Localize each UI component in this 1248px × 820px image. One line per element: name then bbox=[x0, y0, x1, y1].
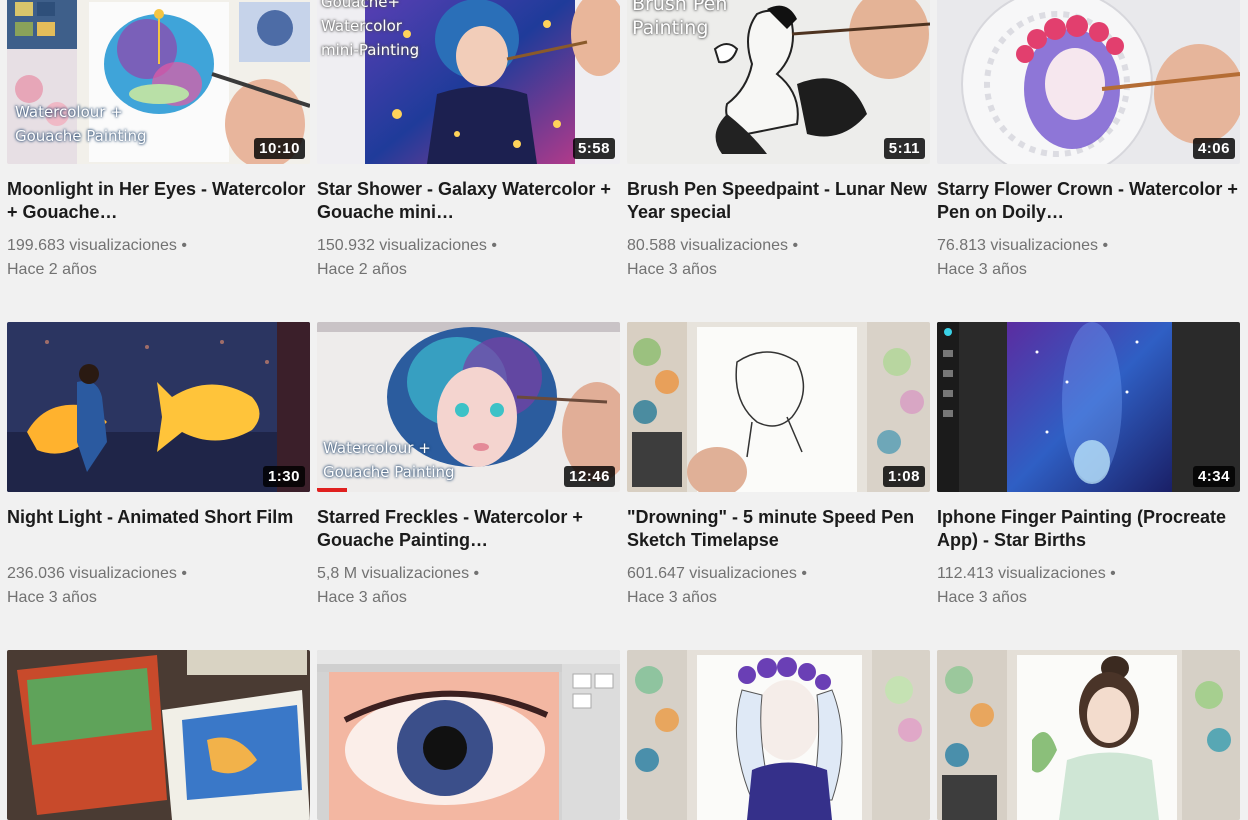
thumbnail-art-sketchbook bbox=[7, 650, 310, 820]
video-title[interactable]: Moonlight in Her Eyes - Watercolor + Gou… bbox=[7, 178, 310, 224]
video-thumbnail[interactable]: Watercolour + Gouache Painting 10:10 bbox=[7, 0, 310, 164]
upload-age: Hace 3 años bbox=[627, 261, 717, 278]
video-card[interactable] bbox=[627, 650, 930, 820]
video-thumbnail[interactable]: 4:06 bbox=[937, 0, 1240, 164]
video-thumbnail[interactable]: Watercolour + Gouache Painting 12:46 bbox=[317, 322, 620, 492]
video-title[interactable]: Brush Pen Speedpaint - Lunar New Year sp… bbox=[627, 178, 930, 224]
duration-badge: 5:58 bbox=[572, 138, 615, 159]
video-card[interactable] bbox=[317, 650, 620, 820]
video-card[interactable]: Watercolour + Gouache Painting 10:10 Moo… bbox=[7, 0, 310, 282]
duration-badge: 10:10 bbox=[254, 138, 305, 159]
video-title[interactable]: Night Light - Animated Short Film bbox=[7, 506, 310, 552]
thumbnail-art-eye bbox=[317, 650, 620, 820]
video-meta: 199.683 visualizaciones Hace 2 años bbox=[7, 234, 310, 282]
upload-age: Hace 3 años bbox=[937, 589, 1027, 606]
video-meta: 76.813 visualizaciones Hace 3 años bbox=[937, 234, 1240, 282]
duration-badge: 1:08 bbox=[882, 466, 925, 487]
thumbnail-overlay-text: Watercolour + Gouache Painting bbox=[323, 439, 455, 481]
video-meta: 112.413 visualizaciones Hace 3 años bbox=[937, 562, 1240, 610]
video-meta: 80.588 visualizaciones Hace 3 años bbox=[627, 234, 930, 282]
video-thumbnail[interactable]: 1:08 bbox=[627, 322, 930, 492]
view-count: 76.813 visualizaciones bbox=[937, 234, 1240, 258]
video-card[interactable]: Watercolour + Gouache Painting 12:46 Sta… bbox=[317, 322, 620, 610]
video-thumbnail[interactable]: Gouache+ Watercolor mini-Painting 5:58 bbox=[317, 0, 620, 164]
upload-age: Hace 2 años bbox=[7, 261, 97, 278]
duration-badge: 5:11 bbox=[883, 138, 925, 159]
view-count: 80.588 visualizaciones bbox=[627, 234, 930, 258]
upload-age: Hace 2 años bbox=[317, 261, 407, 278]
view-count: 112.413 visualizaciones bbox=[937, 562, 1240, 586]
video-card[interactable] bbox=[7, 650, 310, 820]
upload-age: Hace 3 años bbox=[627, 589, 717, 606]
upload-age: Hace 3 años bbox=[937, 261, 1027, 278]
video-title[interactable]: "Drowning" - 5 minute Speed Pen Sketch T… bbox=[627, 506, 930, 552]
duration-badge: 4:34 bbox=[1192, 466, 1235, 487]
video-title[interactable]: Starred Freckles - Watercolor + Gouache … bbox=[317, 506, 620, 552]
duration-badge: 4:06 bbox=[1192, 138, 1235, 159]
view-count: 236.036 visualizaciones bbox=[7, 562, 310, 586]
video-meta: 236.036 visualizaciones Hace 3 años bbox=[7, 562, 310, 610]
view-count: 5,8 M visualizaciones bbox=[317, 562, 620, 586]
video-thumbnail[interactable] bbox=[627, 650, 930, 820]
upload-age: Hace 3 años bbox=[7, 589, 97, 606]
video-title[interactable]: Iphone Finger Painting (Procreate App) -… bbox=[937, 506, 1240, 552]
video-card[interactable]: 1:08 "Drowning" - 5 minute Speed Pen Ske… bbox=[627, 322, 930, 610]
thumbnail-overlay-text: Gouache+ Watercolor mini-Painting bbox=[321, 0, 420, 59]
thumbnail-art-girl-with-bun bbox=[937, 650, 1240, 820]
thumbnail-art-galaxy-girl bbox=[627, 650, 930, 820]
video-thumbnail[interactable]: 4:34 bbox=[937, 322, 1240, 492]
thumbnail-overlay-text: Brush Pen Painting bbox=[632, 0, 728, 39]
video-thumbnail[interactable] bbox=[317, 650, 620, 820]
video-thumbnail[interactable]: 1:30 bbox=[7, 322, 310, 492]
video-meta: 601.647 visualizaciones Hace 3 años bbox=[627, 562, 930, 610]
video-card[interactable]: Brush Pen Painting 5:11 Brush Pen Speedp… bbox=[627, 0, 930, 282]
video-thumbnail[interactable]: Brush Pen Painting 5:11 bbox=[627, 0, 930, 164]
video-thumbnail[interactable] bbox=[937, 650, 1240, 820]
duration-badge: 12:46 bbox=[564, 466, 615, 487]
video-grid: Watercolour + Gouache Painting 10:10 Moo… bbox=[7, 0, 1243, 820]
upload-age: Hace 3 años bbox=[317, 589, 407, 606]
video-title[interactable]: Starry Flower Crown - Watercolor + Pen o… bbox=[937, 178, 1240, 224]
video-card[interactable]: 1:30 Night Light - Animated Short Film 2… bbox=[7, 322, 310, 610]
video-title[interactable]: Star Shower - Galaxy Watercolor + Gouach… bbox=[317, 178, 620, 224]
video-meta: 5,8 M visualizaciones Hace 3 años bbox=[317, 562, 620, 610]
thumbnail-overlay-text: Watercolour + Gouache Painting bbox=[15, 103, 147, 145]
video-card[interactable]: 4:06 Starry Flower Crown - Watercolor + … bbox=[937, 0, 1240, 282]
view-count: 601.647 visualizaciones bbox=[627, 562, 930, 586]
view-count: 199.683 visualizaciones bbox=[7, 234, 310, 258]
video-meta: 150.932 visualizaciones Hace 2 años bbox=[317, 234, 620, 282]
video-card[interactable]: 4:34 Iphone Finger Painting (Procreate A… bbox=[937, 322, 1240, 610]
duration-badge: 1:30 bbox=[262, 466, 305, 487]
video-thumbnail[interactable] bbox=[7, 650, 310, 820]
video-card[interactable] bbox=[937, 650, 1240, 820]
watch-progress-bar bbox=[317, 488, 347, 492]
video-card[interactable]: Gouache+ Watercolor mini-Painting 5:58 S… bbox=[317, 0, 620, 282]
view-count: 150.932 visualizaciones bbox=[317, 234, 620, 258]
